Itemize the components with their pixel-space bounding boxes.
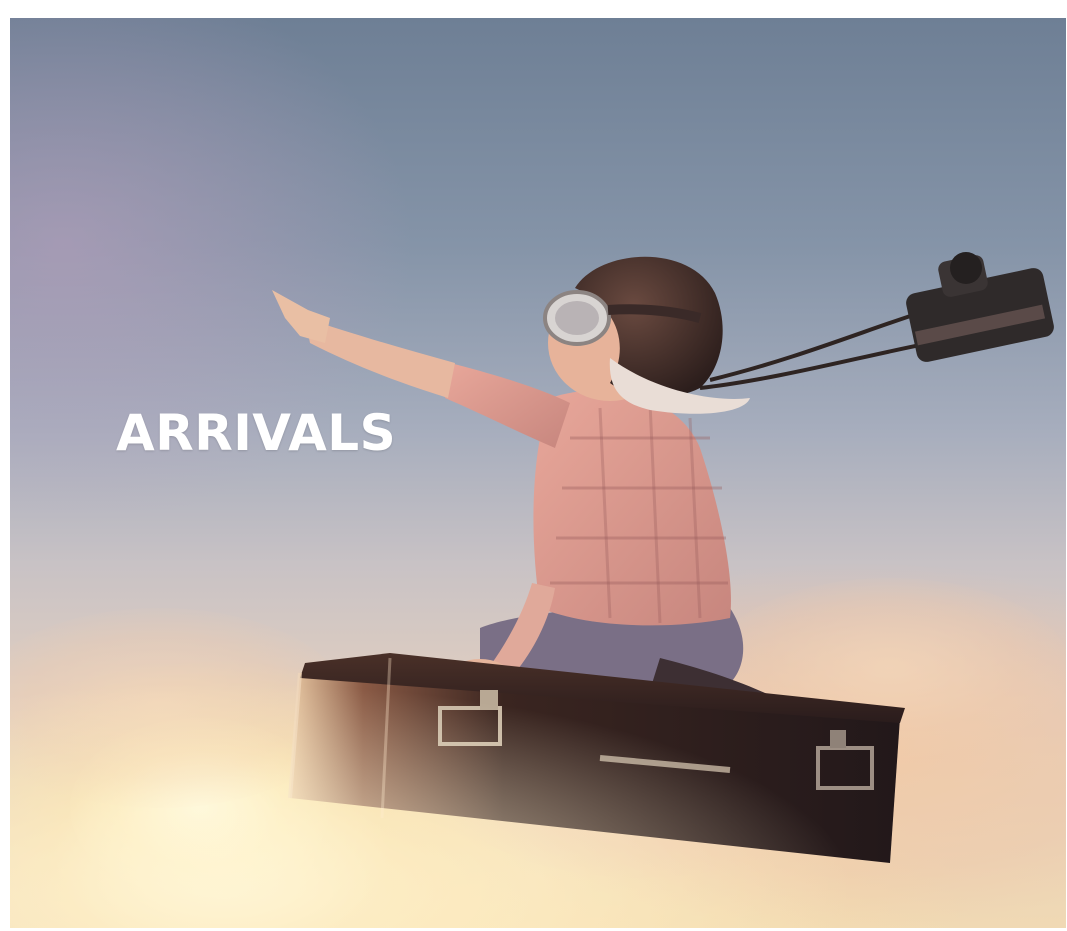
- banner-title: ARRIVALS: [116, 404, 397, 462]
- camera: [906, 252, 1054, 362]
- arrivals-banner[interactable]: ARRIVALS: [10, 18, 1066, 928]
- child-flying-on-suitcase-illustration: [10, 252, 1066, 928]
